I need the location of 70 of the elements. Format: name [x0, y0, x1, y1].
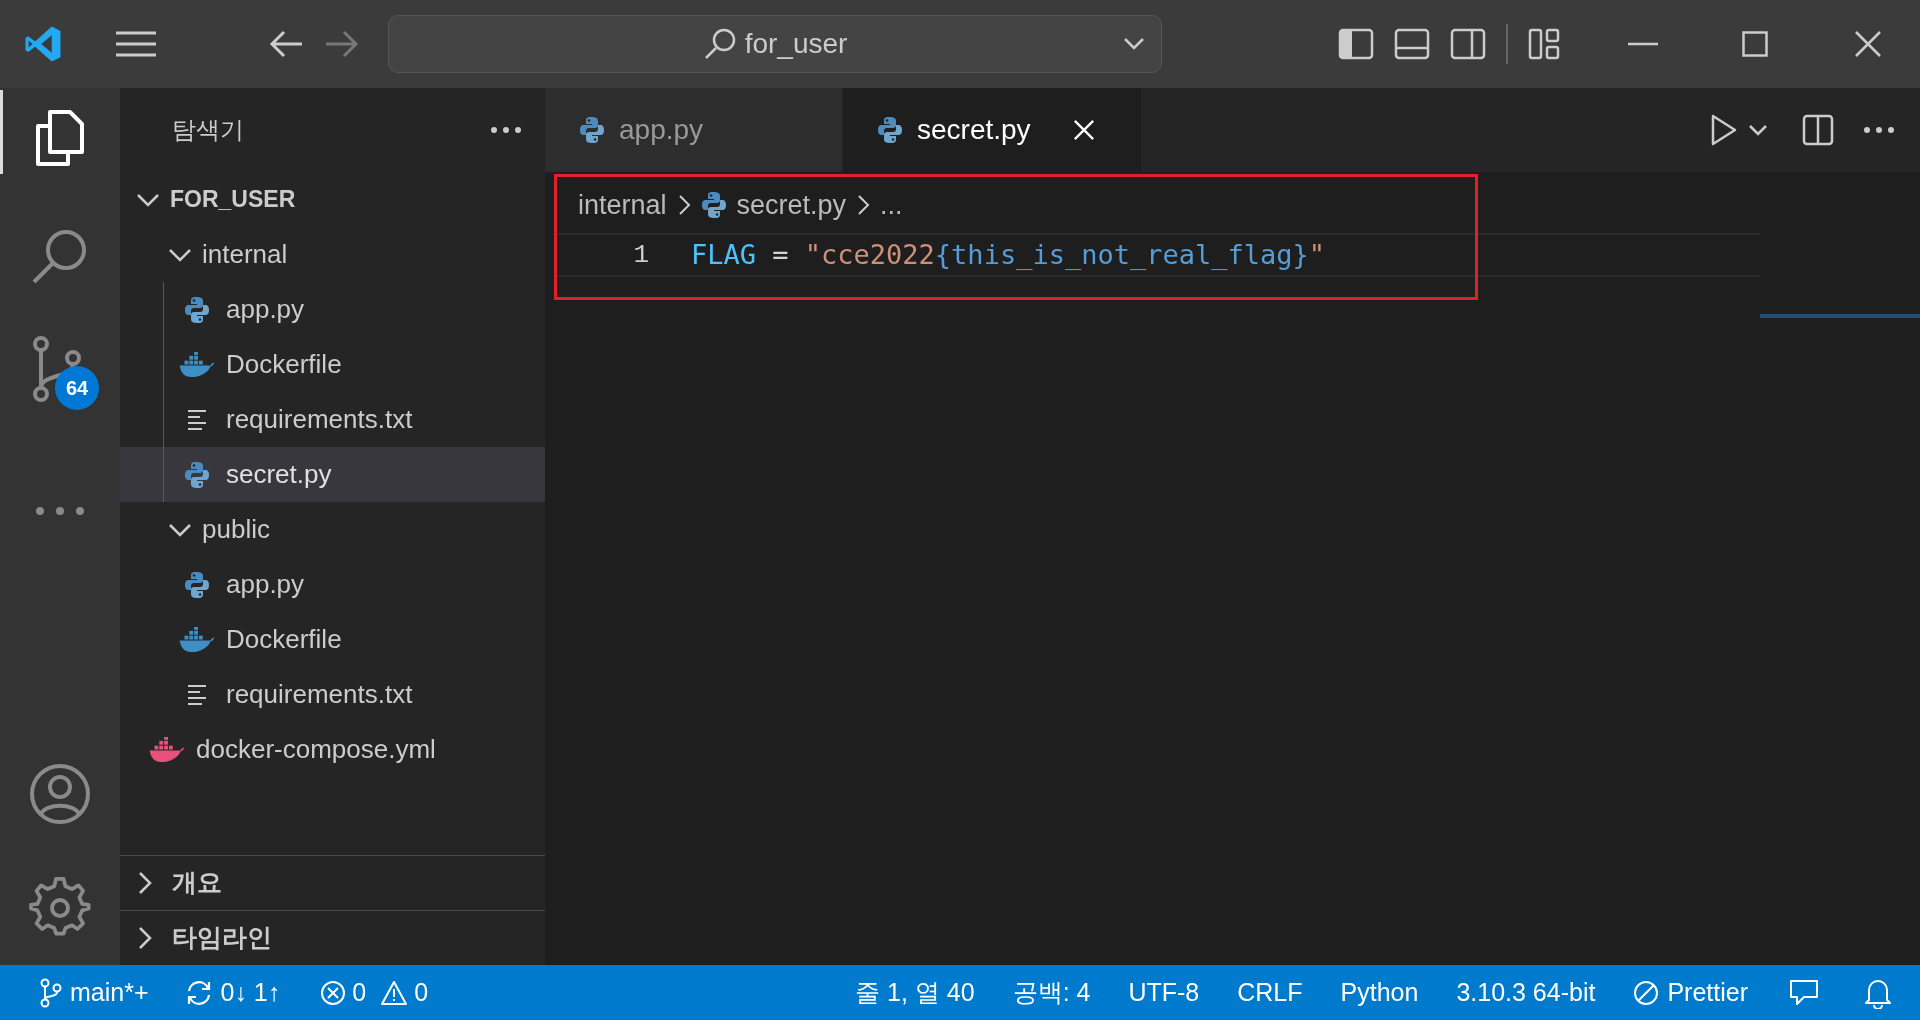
sidebar-title: 탐색기: [172, 115, 244, 145]
forward-arrow-icon[interactable]: [324, 29, 360, 59]
menu-icon[interactable]: [114, 29, 158, 59]
chevron-right-icon: [856, 194, 871, 216]
settings-icon[interactable]: [29, 877, 91, 939]
minimize-icon[interactable]: [1628, 42, 1658, 46]
docker-whale-icon: [148, 736, 186, 763]
close-icon[interactable]: [1854, 30, 1882, 58]
sidebar-toggle-icon[interactable]: [1338, 26, 1374, 62]
file-item[interactable]: secret.py: [120, 447, 545, 502]
chevron-right-icon: [136, 871, 154, 895]
status-item[interactable]: CRLF: [1237, 973, 1303, 1012]
more-icon[interactable]: [491, 127, 521, 133]
back-arrow-icon[interactable]: [268, 29, 304, 59]
file-item[interactable]: docker-compose.yml: [120, 722, 545, 777]
file-item[interactable]: app.py: [120, 282, 545, 337]
python-file-icon: [184, 460, 210, 489]
file-item[interactable]: Dockerfile: [120, 612, 545, 667]
prettier-status[interactable]: Prettier: [1633, 973, 1748, 1012]
status-item[interactable]: Python: [1340, 973, 1419, 1012]
secondary-sidebar-icon[interactable]: [1450, 26, 1486, 62]
chevron-right-icon: [136, 926, 154, 950]
breadcrumb-item[interactable]: ...: [880, 184, 903, 226]
docker-whale-icon: [178, 351, 216, 378]
docker-whale-icon: [178, 626, 216, 653]
run-icon[interactable]: [1710, 114, 1738, 146]
layout-icon[interactable]: [1528, 28, 1560, 60]
file-item[interactable]: requirements.txt: [120, 392, 545, 447]
status-item[interactable]: 줄 1, 열 40: [855, 973, 975, 1012]
split-editor-icon[interactable]: [1802, 114, 1834, 146]
search-text: for_user: [744, 27, 848, 61]
file-item[interactable]: app.py: [120, 557, 545, 612]
warning-icon: [380, 979, 409, 1006]
branch-icon: [40, 977, 62, 1008]
python-file-icon: [700, 191, 727, 219]
error-icon: [320, 979, 347, 1006]
feedback-icon[interactable]: [1788, 977, 1820, 1008]
file-item[interactable]: requirements.txt: [120, 667, 545, 722]
python-file-icon: [184, 570, 210, 599]
chevron-down-icon[interactable]: [1123, 36, 1145, 52]
command-search-field[interactable]: for_user: [388, 15, 1162, 73]
status-item[interactable]: UTF-8: [1128, 973, 1200, 1012]
more-icon[interactable]: [1864, 127, 1894, 133]
problems-status[interactable]: 0 0: [320, 973, 429, 1012]
editor-tab[interactable]: app.py: [545, 88, 843, 172]
folder-item[interactable]: FOR_USER: [120, 172, 545, 227]
code-line: FLAG = "cce2022{this_is_not_real_flag}": [691, 237, 1325, 272]
breadcrumb-item[interactable]: internal: [578, 184, 667, 226]
python-file-icon: [579, 116, 605, 144]
changes-count-badge: 64: [55, 366, 99, 410]
status-item[interactable]: 3.10.3 64-bit: [1456, 973, 1596, 1012]
python-file-icon: [877, 116, 903, 144]
prohibited-icon: [1633, 979, 1660, 1006]
text-file-icon: [186, 407, 208, 432]
folder-item[interactable]: public: [120, 502, 545, 557]
text-file-icon: [186, 682, 208, 707]
editor-tab[interactable]: secret.py: [843, 88, 1141, 172]
sync-status[interactable]: 0↓ 1↑: [184, 973, 281, 1012]
line-number: 1: [632, 238, 649, 272]
chevron-right-icon: [676, 194, 691, 216]
folder-item[interactable]: internal: [120, 227, 545, 282]
status-item[interactable]: 공백: 4: [1012, 973, 1091, 1012]
maximize-icon[interactable]: [1742, 31, 1768, 57]
account-icon[interactable]: [29, 763, 91, 825]
chevron-down-icon[interactable]: [1748, 124, 1768, 136]
breadcrumb-item[interactable]: secret.py: [736, 184, 847, 226]
branch-status[interactable]: main*+: [40, 973, 149, 1012]
panel-toggle-icon[interactable]: [1394, 26, 1430, 62]
file-item[interactable]: Dockerfile: [120, 337, 545, 392]
python-file-icon: [184, 295, 210, 324]
